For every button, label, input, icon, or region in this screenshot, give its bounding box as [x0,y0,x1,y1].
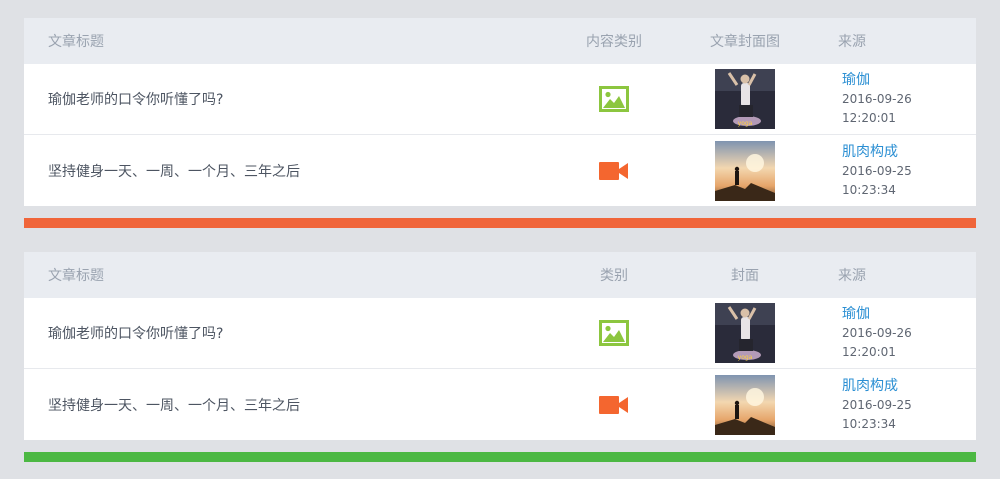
header-title: 文章标题 [48,268,104,284]
source-link[interactable]: 瑜伽 [842,304,976,324]
article-table-2: 文章标题 类别 封面 来源 瑜伽老师的口令你听懂了吗? yoga 瑜伽 2016… [24,252,976,440]
table-header: 文章标题 内容类别 文章封面图 来源 [24,18,976,64]
cover-thumbnail[interactable] [715,140,775,201]
publish-date: 2016-09-25 [842,397,912,412]
svg-text:yoga: yoga [738,120,753,127]
source-link[interactable]: 肌肉构成 [842,142,976,162]
header-source: 来源 [838,268,866,284]
cover-thumbnail[interactable] [715,374,775,435]
table-header: 文章标题 类别 封面 来源 [24,252,976,298]
accent-bar-green [24,452,976,462]
accent-bar-orange [24,218,976,228]
header-type: 内容类别 [586,34,642,50]
article-title[interactable]: 坚持健身一天、一周、一个月、三年之后 [24,161,554,181]
cover-thumbnail[interactable]: yoga [715,69,775,129]
video-icon [599,161,629,181]
table-row[interactable]: 瑜伽老师的口令你听懂了吗? yoga 瑜伽 2016-09-26 12:20:0… [24,298,976,369]
cover-thumbnail[interactable]: yoga [715,303,775,363]
source-link[interactable]: 瑜伽 [842,70,976,90]
video-icon [599,395,629,415]
header-title: 文章标题 [48,34,104,50]
header-type: 类别 [600,268,628,284]
publish-date: 2016-09-25 [842,163,912,178]
table-row[interactable]: 坚持健身一天、一周、一个月、三年之后 肌肉构成 2016-09-25 10:23… [24,135,976,206]
article-title[interactable]: 坚持健身一天、一周、一个月、三年之后 [24,395,554,415]
table-row[interactable]: 瑜伽老师的口令你听懂了吗? yoga 瑜伽 2016-09-26 12:20:0… [24,64,976,135]
article-table-1: 文章标题 内容类别 文章封面图 来源 瑜伽老师的口令你听懂了吗? yoga 瑜伽… [24,18,976,206]
source-link[interactable]: 肌肉构成 [842,376,976,396]
header-cover: 文章封面图 [710,34,780,50]
publish-date: 2016-09-26 [842,326,912,340]
image-icon [599,86,629,112]
publish-time: 10:23:34 [842,416,896,431]
image-icon [599,320,629,346]
publish-time: 12:20:01 [842,345,896,359]
svg-text:yoga: yoga [738,354,753,361]
article-title[interactable]: 瑜伽老师的口令你听懂了吗? [24,89,554,109]
header-cover: 封面 [731,268,759,284]
article-title[interactable]: 瑜伽老师的口令你听懂了吗? [24,323,554,343]
header-source: 来源 [838,34,866,50]
table-row[interactable]: 坚持健身一天、一周、一个月、三年之后 肌肉构成 2016-09-25 10:23… [24,369,976,440]
publish-date: 2016-09-26 [842,92,912,106]
publish-time: 10:23:34 [842,182,896,197]
publish-time: 12:20:01 [842,111,896,125]
